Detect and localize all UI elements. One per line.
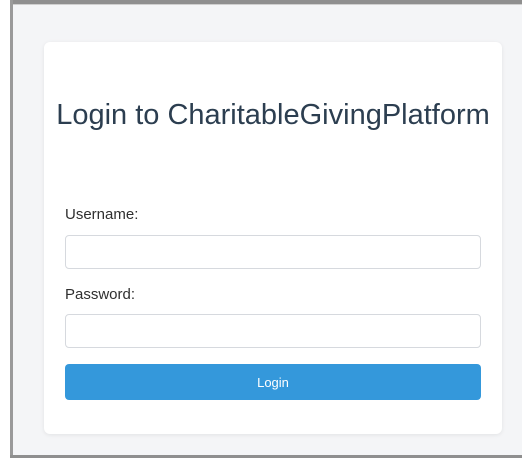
window-bottom-border [10, 455, 522, 458]
login-button[interactable]: Login [65, 364, 481, 400]
page-viewport: Login to CharitableGivingPlatform Userna… [13, 5, 522, 455]
browser-frame: Login to CharitableGivingPlatform Userna… [0, 0, 522, 461]
page-title: Login to CharitableGivingPlatform [56, 99, 490, 131]
login-card: Login to CharitableGivingPlatform Userna… [44, 42, 502, 434]
password-label: Password: [65, 286, 136, 303]
username-input[interactable] [65, 235, 481, 269]
username-label: Username: [65, 206, 139, 223]
password-input[interactable] [65, 314, 481, 348]
